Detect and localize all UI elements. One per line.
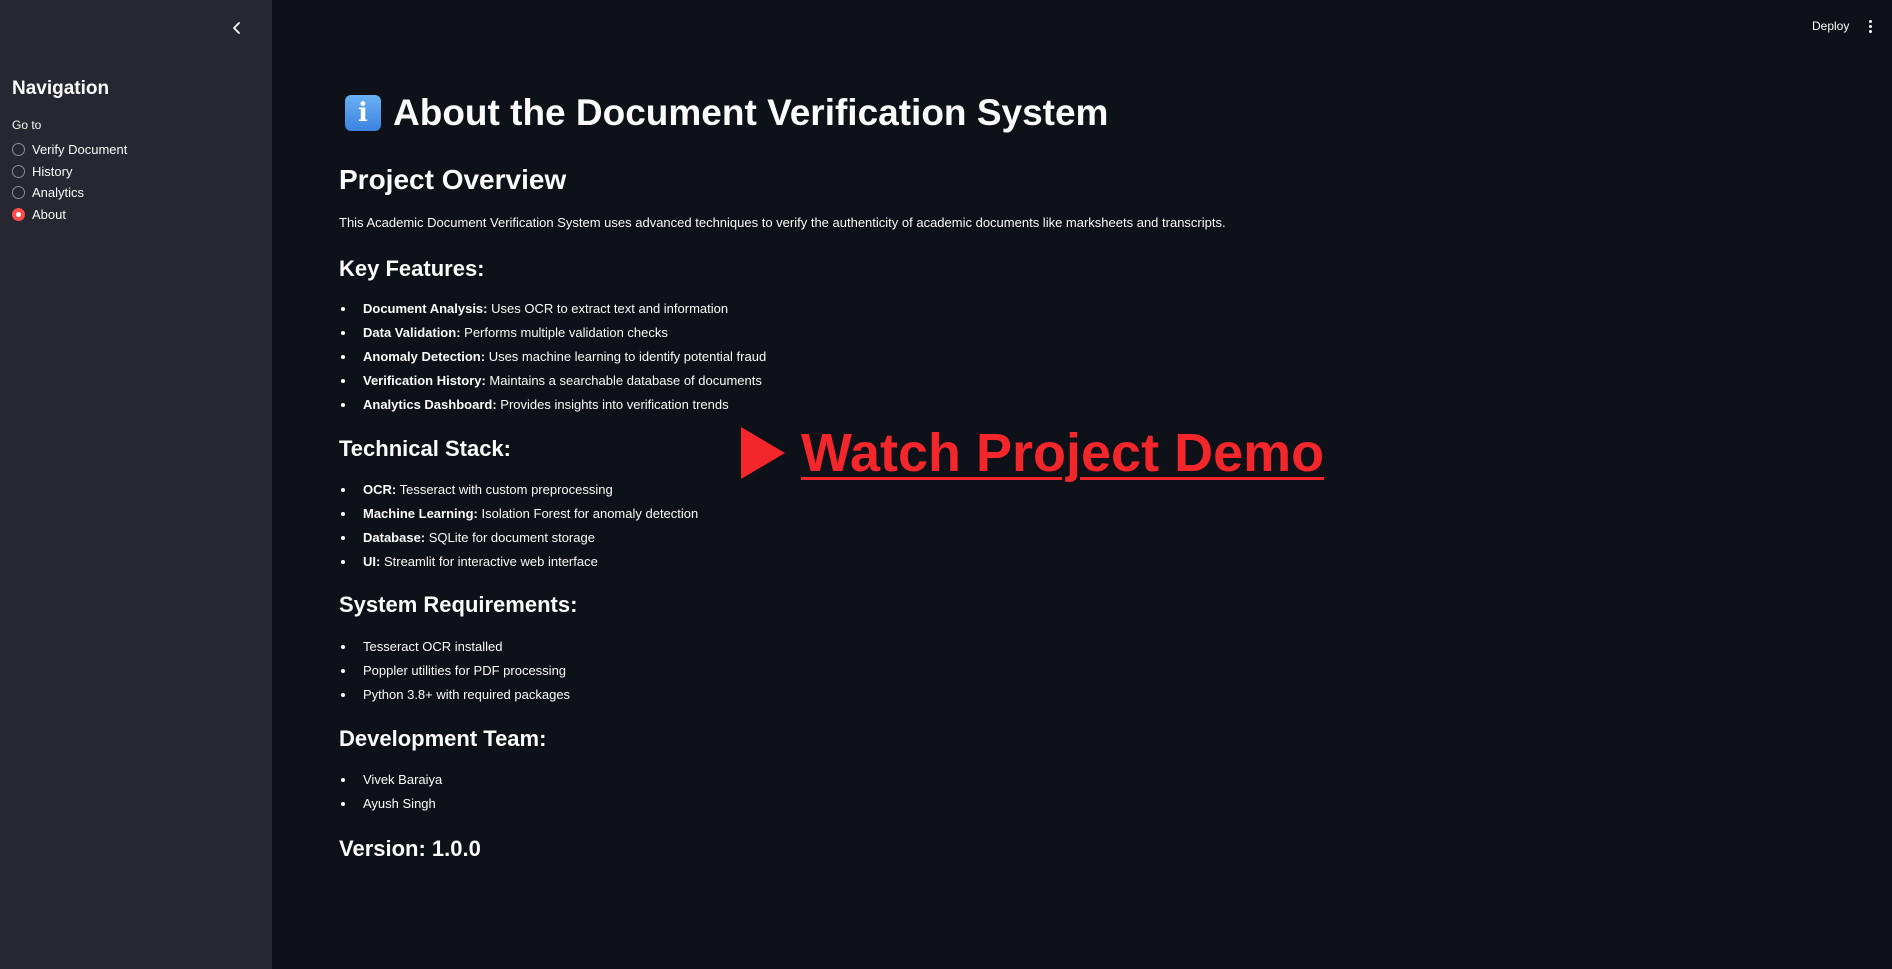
list-item: Document Analysis: Uses OCR to extract t… [339, 300, 766, 324]
nav-option-label: Analytics [32, 185, 85, 201]
team-list: Vivek Baraiya Ayush Singh [339, 771, 442, 819]
play-icon [741, 427, 785, 479]
list-item: Python 3.8+ with required packages [339, 686, 570, 710]
team-heading: Development Team: [339, 726, 547, 751]
nav-option-analytics[interactable]: Analytics [12, 182, 127, 204]
nav-option-about[interactable]: About [12, 204, 127, 226]
version-heading: Version: 1.0.0 [339, 836, 481, 861]
nav-option-verify-document[interactable]: Verify Document [12, 139, 127, 161]
requirements-heading: System Requirements: [339, 592, 578, 617]
nav-option-label: About [32, 206, 66, 222]
page-title: i About the Document Verification System [345, 92, 1108, 134]
stack-heading: Technical Stack: [339, 436, 511, 461]
features-list: Document Analysis: Uses OCR to extract t… [339, 300, 766, 420]
collapse-sidebar-button[interactable] [226, 17, 248, 39]
watch-demo-label: Watch Project Demo [801, 423, 1325, 483]
stack-list: OCR: Tesseract with custom preprocessing… [339, 481, 698, 577]
nav-option-history[interactable]: History [12, 161, 127, 183]
list-item: Vivek Baraiya [339, 771, 442, 795]
chevron-left-icon [233, 22, 240, 34]
page-title-text: About the Document Verification System [393, 92, 1109, 133]
list-item: Verification History: Maintains a search… [339, 372, 766, 396]
kebab-menu-icon[interactable] [1862, 16, 1878, 36]
list-item: Poppler utilities for PDF processing [339, 662, 570, 686]
list-item: Data Validation: Performs multiple valid… [339, 324, 766, 348]
list-item: Tesseract OCR installed [339, 638, 570, 662]
radio-button[interactable] [12, 143, 25, 157]
overview-heading: Project Overview [339, 164, 567, 195]
navigation-radio-group: Verify Document History Analytics About [12, 139, 127, 225]
sidebar-title: Navigation [12, 78, 110, 99]
radio-button-selected[interactable] [12, 207, 25, 221]
list-item: Analytics Dashboard: Provides insights i… [339, 396, 766, 420]
goto-label: Go to [12, 118, 42, 132]
requirements-list: Tesseract OCR installed Poppler utilitie… [339, 638, 570, 710]
list-item: Anomaly Detection: Uses machine learning… [339, 348, 766, 372]
radio-button[interactable] [12, 186, 25, 200]
list-item: Ayush Singh [339, 795, 442, 819]
overview-text: This Academic Document Verification Syst… [339, 215, 1226, 230]
nav-option-label: History [32, 163, 73, 179]
nav-option-label: Verify Document [32, 142, 128, 158]
info-icon: i [345, 95, 381, 131]
list-item: Machine Learning: Isolation Forest for a… [339, 505, 698, 529]
watch-demo-link[interactable]: Watch Project Demo [741, 422, 1324, 484]
deploy-button[interactable]: Deploy [1812, 19, 1849, 33]
features-heading: Key Features: [339, 256, 485, 281]
list-item: UI: Streamlit for interactive web interf… [339, 553, 698, 577]
list-item: OCR: Tesseract with custom preprocessing [339, 481, 698, 505]
list-item: Database: SQLite for document storage [339, 529, 698, 553]
radio-button[interactable] [12, 164, 25, 178]
sidebar: Navigation Go to Verify Document History… [0, 0, 272, 969]
